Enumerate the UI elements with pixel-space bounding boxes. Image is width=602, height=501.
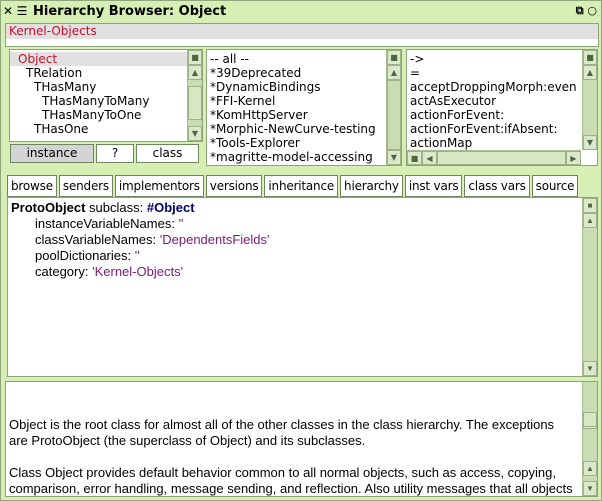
- code-keyword: category:: [35, 264, 89, 279]
- help-button[interactable]: ?: [96, 144, 134, 163]
- category-pane[interactable]: Kernel-Objects: [5, 23, 599, 47]
- menu-icon[interactable]: ☰: [15, 4, 29, 18]
- package-list-item[interactable]: *FFI-Kernel: [210, 94, 401, 108]
- scroll-up-icon[interactable]: ▲: [188, 65, 202, 80]
- code-scrollbar[interactable]: ■ ▲ ▼: [582, 198, 597, 376]
- scroll-up-icon[interactable]: ▲: [583, 461, 597, 476]
- class-comment: Object is the root class for almost all …: [9, 417, 573, 496]
- code-keyword: instanceVariableNames:: [35, 216, 175, 231]
- package-list[interactable]: -- all -- *39Deprecated *DynamicBindings *F…: [206, 49, 402, 166]
- tool-button-inst-vars[interactable]: inst vars: [404, 175, 463, 197]
- scroll-thumb[interactable]: [188, 86, 202, 120]
- scroll-thumb[interactable]: [437, 151, 566, 165]
- tool-button-hierarchy[interactable]: hierarchy: [340, 175, 403, 197]
- window-title: Hierarchy Browser: Object: [33, 3, 227, 19]
- package-list-item[interactable]: *KomHttpServer: [210, 108, 401, 122]
- scroll-up-icon[interactable]: ▲: [583, 213, 597, 228]
- method-list-item[interactable]: ->: [410, 52, 597, 66]
- code-keyword: classVariableNames:: [35, 232, 157, 247]
- code-string: '': [134, 248, 140, 263]
- package-list-item[interactable]: *DynamicBindings: [210, 80, 401, 94]
- scroll-menu-icon[interactable]: ■: [583, 198, 597, 213]
- scroll-menu-icon[interactable]: ■: [387, 50, 401, 65]
- class-list-item[interactable]: THasMany: [10, 80, 187, 94]
- class-list-item[interactable]: THasOne: [10, 122, 187, 136]
- code-pane[interactable]: ProtoObject subclass: #Object instanceVa…: [7, 197, 598, 377]
- code-string: 'DependentsFields': [159, 232, 270, 247]
- package-list-item[interactable]: -- all --: [210, 52, 401, 66]
- method-list-item[interactable]: actionMap: [410, 136, 597, 150]
- class-list-item[interactable]: THasManyToOne: [10, 108, 187, 122]
- collapse-icon[interactable]: ⧉: [576, 4, 584, 17]
- comment-scrollbar[interactable]: ■ ▲ ▼: [582, 382, 597, 496]
- tool-buttons: browse senders implementors versions inherit…: [7, 175, 597, 197]
- tool-button-senders[interactable]: senders: [58, 175, 113, 197]
- class-symbol: #Object: [146, 200, 195, 215]
- method-list[interactable]: -> = acceptDroppingMorph:even actAsExecutor…: [406, 49, 598, 166]
- class-button[interactable]: class: [136, 144, 199, 163]
- package-list-item[interactable]: *39Deprecated: [210, 66, 401, 80]
- category-label: Kernel-Objects: [6, 24, 598, 39]
- class-list[interactable]: Object TRelation THasMany THasManyToMany THa…: [9, 49, 203, 142]
- scroll-menu-icon[interactable]: ■: [407, 151, 422, 165]
- scroll-up-icon[interactable]: ▲: [583, 65, 597, 80]
- package-list-item[interactable]: *magritte-model-accessing: [210, 150, 401, 164]
- method-list-hscrollbar[interactable]: ■ ◀ ▶: [407, 150, 581, 165]
- tool-button-inheritance[interactable]: inheritance: [264, 175, 339, 197]
- tool-button-versions[interactable]: versions: [205, 175, 263, 197]
- scroll-down-icon[interactable]: ▼: [188, 126, 202, 141]
- tool-button-implementors[interactable]: implementors: [114, 175, 204, 197]
- method-list-scrollbar[interactable]: ■ ▲ ▼: [582, 50, 597, 150]
- scroll-menu-icon[interactable]: ■: [188, 50, 202, 65]
- method-list-item[interactable]: acceptDroppingMorph:even: [410, 80, 597, 94]
- comment-pane[interactable]: Object is the root class for almost all …: [5, 381, 598, 497]
- instance-button[interactable]: instance: [10, 144, 94, 163]
- code-string: 'Kernel-Objects': [92, 264, 184, 279]
- method-list-item[interactable]: actionForEvent:: [410, 108, 597, 122]
- scroll-down-icon[interactable]: ▼: [583, 361, 597, 376]
- scroll-menu-icon[interactable]: ■: [583, 50, 597, 65]
- package-list-item[interactable]: *Morphic-NewCurve-testing: [210, 122, 401, 136]
- close-icon[interactable]: ✕: [1, 4, 15, 18]
- class-list-item[interactable]: TRelation: [10, 66, 187, 80]
- scroll-down-icon[interactable]: ▼: [387, 150, 401, 165]
- package-list-scrollbar[interactable]: ■ ▲ ▼: [386, 50, 401, 165]
- package-list-item[interactable]: *Tools-Explorer: [210, 136, 401, 150]
- tool-button-class-vars[interactable]: class vars: [464, 175, 530, 197]
- scroll-right-icon[interactable]: ▶: [566, 151, 581, 165]
- title-bar[interactable]: ✕ ☰ Hierarchy Browser: Object ⧉ ○: [1, 1, 601, 21]
- tool-button-browse[interactable]: browse: [7, 175, 57, 197]
- scroll-thumb[interactable]: [387, 80, 401, 150]
- superclass-name: ProtoObject: [11, 200, 86, 215]
- code-keyword: poolDictionaries:: [35, 248, 132, 263]
- code-keyword: subclass:: [89, 200, 144, 215]
- method-list-item[interactable]: actAsExecutor: [410, 94, 597, 108]
- class-list-scrollbar[interactable]: ■ ▲ ▼: [187, 50, 202, 141]
- method-list-item[interactable]: =: [410, 66, 597, 80]
- scroll-down-icon[interactable]: ▼: [583, 135, 597, 150]
- expand-icon[interactable]: ○: [587, 4, 597, 17]
- scroll-left-icon[interactable]: ◀: [422, 151, 437, 165]
- method-list-item[interactable]: actionForEvent:ifAbsent:: [410, 122, 597, 136]
- class-list-item[interactable]: THasManyToMany: [10, 94, 187, 108]
- class-list-item[interactable]: Object: [10, 52, 187, 66]
- scroll-thumb[interactable]: [583, 412, 597, 427]
- scroll-up-icon[interactable]: ▲: [387, 65, 401, 80]
- code-string: '': [178, 216, 184, 231]
- package-list-item[interactable]: *magritte-model-acce: [210, 164, 401, 165]
- tool-button-source[interactable]: source: [531, 175, 579, 197]
- hierarchy-browser-window: ✕ ☰ Hierarchy Browser: Object ⧉ ○ Kernel…: [0, 0, 602, 501]
- scroll-down-icon[interactable]: ▼: [583, 481, 597, 496]
